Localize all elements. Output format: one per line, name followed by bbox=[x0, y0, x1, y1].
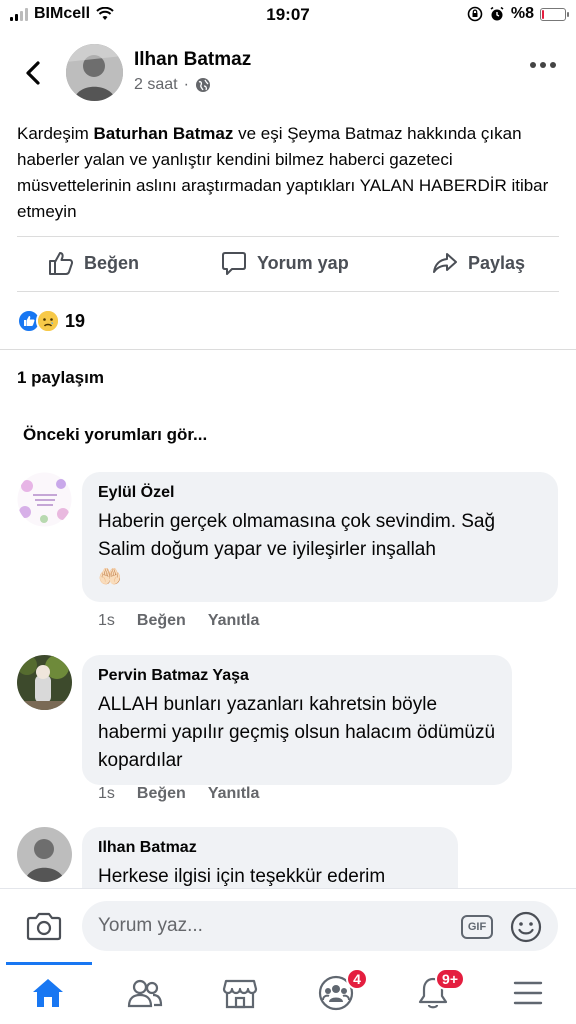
post-text: Kardeşim Baturhan Batmaz ve eşi Şeyma Ba… bbox=[17, 124, 549, 221]
comment-reply-button[interactable]: Yanıtla bbox=[208, 612, 260, 630]
menu-icon bbox=[513, 981, 543, 1005]
smiley-icon bbox=[510, 911, 542, 943]
post-meta: 2 saat · bbox=[134, 76, 211, 94]
post-action-bar: Beğen Yorum yap Paylaş bbox=[0, 238, 576, 292]
share-button[interactable]: Paylaş bbox=[432, 250, 525, 276]
post-header: Ilhan Batmaz 2 saat · bbox=[0, 40, 576, 106]
comment-time: 1s bbox=[98, 612, 115, 629]
post-time[interactable]: 2 saat bbox=[134, 76, 178, 94]
notifications-badge: 9+ bbox=[435, 968, 465, 990]
comment-like-button[interactable]: Beğen bbox=[137, 785, 186, 803]
comment-bubble: Pervin Batmaz Yaşa ALLAH bunları yazanla… bbox=[82, 655, 512, 785]
commenter-name[interactable]: Ilhan Batmaz bbox=[98, 839, 442, 857]
chevron-left-icon bbox=[26, 61, 40, 85]
home-icon bbox=[33, 979, 63, 1007]
camera-button[interactable] bbox=[26, 911, 62, 946]
author-avatar[interactable] bbox=[66, 44, 123, 101]
commenter-name[interactable]: Pervin Batmaz Yaşa bbox=[98, 667, 496, 685]
comment-button[interactable]: Yorum yap bbox=[221, 250, 349, 276]
rotation-lock-icon bbox=[467, 6, 483, 22]
alarm-icon bbox=[490, 6, 504, 21]
author-name[interactable]: Ilhan Batmaz bbox=[134, 49, 251, 71]
gif-button[interactable]: GIF bbox=[461, 915, 493, 939]
comment-like-button[interactable]: Beğen bbox=[137, 612, 186, 630]
emoji-button[interactable] bbox=[510, 911, 542, 948]
commenter-avatar[interactable] bbox=[17, 472, 72, 527]
comment-icon bbox=[222, 252, 246, 275]
comment-text: ALLAH bunları yazanları kahretsin böyle … bbox=[98, 694, 496, 771]
commenter-avatar[interactable] bbox=[17, 655, 72, 710]
marketplace-icon bbox=[222, 979, 258, 1009]
reactions-summary[interactable]: 19 bbox=[17, 309, 85, 333]
battery-icon bbox=[540, 7, 569, 21]
tab-groups[interactable]: 4 bbox=[316, 968, 368, 1011]
comment-reply-button[interactable]: Yanıtla bbox=[208, 785, 260, 803]
tab-home[interactable] bbox=[28, 976, 68, 1010]
comment-meta: 1s Beğen Yanıtla bbox=[98, 612, 259, 630]
friends-icon bbox=[127, 979, 163, 1008]
battery-percent: %8 bbox=[510, 5, 534, 22]
globe-icon bbox=[195, 78, 210, 92]
status-bar: BIMcell 19:07 %8 bbox=[0, 0, 576, 30]
camera-icon bbox=[26, 912, 62, 941]
commenter-name[interactable]: Eylül Özel bbox=[98, 484, 542, 502]
comment-meta: 1s Beğen Yanıtla bbox=[98, 785, 259, 803]
tab-notifications[interactable]: 9+ bbox=[413, 968, 465, 1010]
divider bbox=[17, 291, 559, 292]
comment-time: 1s bbox=[98, 785, 115, 802]
sad-icon bbox=[36, 309, 60, 333]
tab-friends[interactable] bbox=[125, 976, 165, 1010]
divider bbox=[17, 236, 559, 237]
tab-marketplace[interactable] bbox=[220, 976, 260, 1010]
more-options-button[interactable] bbox=[530, 62, 556, 68]
share-count[interactable]: 1 paylaşım bbox=[17, 368, 104, 388]
bottom-tab-bar: 4 9+ bbox=[0, 962, 576, 1024]
like-button[interactable]: Beğen bbox=[48, 250, 139, 276]
praying-hands-emoji: 🤲🏻 bbox=[98, 567, 122, 588]
view-previous-comments[interactable]: Önceki yorumları gör... bbox=[23, 425, 207, 445]
divider bbox=[0, 349, 576, 350]
reaction-count: 19 bbox=[65, 310, 86, 331]
mentioned-name[interactable]: Baturhan Batmaz bbox=[94, 124, 234, 143]
comment-text: Haberin gerçek olmamasına çok sevindim. … bbox=[98, 511, 496, 560]
commenter-avatar[interactable] bbox=[17, 827, 72, 882]
comment-text: Herkese ilgisi için teşekkür ederim bbox=[98, 866, 386, 887]
groups-badge: 4 bbox=[346, 968, 368, 990]
status-right: %8 bbox=[467, 5, 569, 23]
thumbs-up-icon bbox=[49, 252, 74, 275]
tab-menu[interactable] bbox=[508, 976, 548, 1010]
share-icon bbox=[433, 253, 457, 273]
back-button[interactable] bbox=[18, 58, 48, 88]
active-tab-indicator bbox=[6, 962, 92, 965]
comment-composer: GIF bbox=[0, 888, 576, 964]
comment-bubble: Eylül Özel Haberin gerçek olmamasına çok… bbox=[82, 472, 558, 602]
